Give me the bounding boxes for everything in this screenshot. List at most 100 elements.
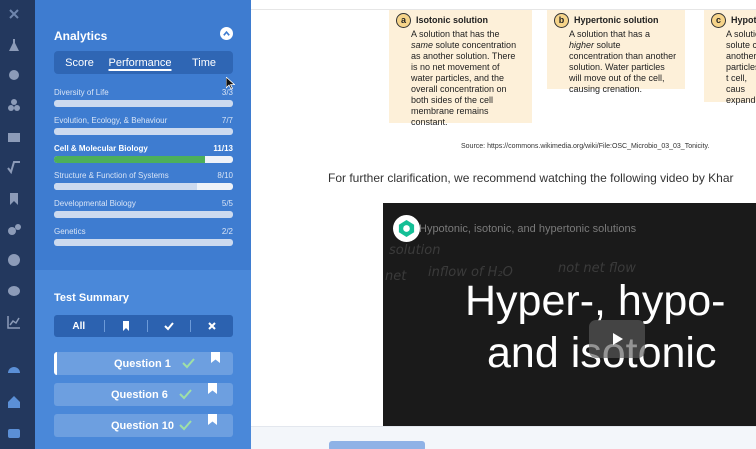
- box-text: A solution that has a: [569, 29, 651, 39]
- atom-icon[interactable]: [5, 66, 22, 83]
- collapse-button[interactable]: [220, 27, 233, 40]
- check-icon: [179, 389, 192, 400]
- category-item: Genetics 2/2: [54, 227, 233, 246]
- chevron-up-icon: [223, 30, 230, 36]
- category-progress-fill: [54, 211, 233, 218]
- dashboard-icon[interactable]: [5, 360, 22, 377]
- category-item: Diversity of Life 3/3: [54, 88, 233, 107]
- video-intro-text: For further clarification, we recommend …: [328, 171, 734, 185]
- category-progress-bar: [54, 183, 233, 190]
- category-score: 11/13: [213, 144, 233, 153]
- category-name: Developmental Biology: [54, 199, 136, 208]
- label-c: c: [711, 13, 726, 28]
- tab-score[interactable]: Score: [54, 57, 105, 69]
- chalk-art: not net flow: [558, 261, 636, 276]
- bookmark-icon[interactable]: [208, 414, 217, 425]
- category-item: Cell & Molecular Biology 11/13: [54, 144, 233, 163]
- box-text: A solutio: [726, 29, 756, 39]
- category-name: Evolution, Ecology, & Behaviour: [54, 116, 168, 125]
- mouse-cursor-icon: [226, 77, 235, 90]
- category-score: 8/10: [217, 171, 233, 180]
- bottom-bar: [251, 426, 756, 449]
- category-progress-fill: [54, 100, 233, 107]
- hypotonic-box: c Hypoton A solutio solute c another s pa…: [704, 10, 756, 105]
- tab-time[interactable]: Time: [175, 57, 233, 69]
- play-button[interactable]: [589, 320, 645, 358]
- label-a: a: [396, 13, 411, 28]
- bookmark-icon[interactable]: [211, 352, 220, 363]
- video-title[interactable]: Hypotonic, isotonic, and hypertonic solu…: [419, 223, 636, 235]
- category-item: Evolution, Ecology, & Behaviour 7/7: [54, 116, 233, 135]
- box-title: Hypertonic solution: [574, 15, 659, 25]
- chalk-art: solution: [389, 243, 441, 258]
- question-item[interactable]: Question 6: [54, 383, 233, 406]
- check-icon: [164, 322, 174, 331]
- close-icon: [208, 322, 216, 330]
- analytics-title: Analytics: [54, 29, 108, 43]
- image-source: Source: https://commons.wikimedia.org/wi…: [461, 143, 710, 150]
- category-score: 7/7: [221, 116, 233, 125]
- bookmark-icon: [122, 321, 129, 331]
- play-circle-icon[interactable]: [5, 251, 22, 268]
- category-score: 2/2: [221, 227, 233, 236]
- bottom-button[interactable]: [329, 441, 425, 449]
- analytics-tabs: Score Performance Time: [54, 51, 233, 74]
- play-icon: [613, 333, 623, 345]
- category-score: 5/5: [221, 199, 233, 208]
- filter-all[interactable]: All: [54, 320, 104, 332]
- category-progress-bar: [54, 239, 233, 246]
- filter-bookmarked[interactable]: [103, 320, 147, 332]
- bookmark-icon[interactable]: [208, 383, 217, 394]
- molecule-icon[interactable]: [5, 96, 22, 113]
- brain-icon[interactable]: [5, 282, 22, 299]
- box-text: solute c another s particles t cell, cau…: [726, 40, 756, 105]
- category-progress-bar: [54, 128, 233, 135]
- video-player[interactable]: solution inflow of H₂O net not net flow …: [383, 203, 756, 426]
- hypertonic-box: b Hypertonic solution A solution that has…: [547, 10, 685, 94]
- main-content: a Isotonic solution A solution that has t…: [251, 0, 756, 449]
- isotonic-box: a Isotonic solution A solution that has t…: [389, 10, 532, 127]
- chat-icon[interactable]: [5, 425, 22, 442]
- category-progress-bar: [54, 100, 233, 107]
- summary-filter: All: [54, 315, 233, 337]
- box-title: Isotonic solution: [416, 15, 488, 25]
- category-progress-fill: [54, 128, 233, 135]
- chalk-art: net: [385, 269, 407, 284]
- home-icon[interactable]: [5, 393, 22, 410]
- channel-logo-icon[interactable]: [393, 215, 420, 242]
- category-item: Structure & Function of Systems 8/10: [54, 171, 233, 190]
- video-headline-1: Hyper-, hypo-: [465, 277, 726, 325]
- question-item[interactable]: Question 1: [54, 352, 233, 375]
- question-label: Question 1: [114, 358, 171, 370]
- category-progress-fill: [54, 239, 233, 246]
- question-label: Question 6: [111, 389, 168, 401]
- category-name: Diversity of Life: [54, 88, 109, 97]
- sqrt-icon[interactable]: [5, 158, 22, 175]
- category-name: Genetics: [54, 227, 86, 236]
- close-icon[interactable]: [5, 5, 22, 22]
- chart-icon[interactable]: [5, 313, 22, 330]
- question-item[interactable]: Question 10: [54, 414, 233, 437]
- check-icon: [182, 358, 195, 369]
- category-name: Structure & Function of Systems: [54, 171, 169, 180]
- gears-icon[interactable]: [5, 221, 22, 238]
- check-icon: [179, 420, 192, 431]
- box-title: Hypoton: [731, 15, 756, 25]
- analytics-panel: Analytics Score Performance Time Diversi…: [35, 0, 251, 270]
- tab-performance[interactable]: Performance: [105, 57, 175, 69]
- label-b: b: [554, 13, 569, 28]
- category-progress-fill: [54, 156, 206, 163]
- filter-incorrect[interactable]: [189, 320, 233, 332]
- icon-rail: [0, 0, 35, 449]
- results-sidebar: Analytics Score Performance Time Diversi…: [35, 0, 251, 449]
- test-summary-title: Test Summary: [54, 292, 129, 304]
- box-text: solute concentration as another solution…: [411, 40, 517, 127]
- category-name: Cell & Molecular Biology: [54, 144, 148, 153]
- category-progress-bar: [54, 156, 233, 163]
- flask-icon[interactable]: [5, 36, 22, 53]
- box-emphasis: higher: [569, 40, 595, 50]
- filter-correct[interactable]: [146, 320, 190, 332]
- category-progress-bar: [54, 211, 233, 218]
- book-icon[interactable]: [5, 128, 22, 145]
- bookmark-icon[interactable]: [5, 190, 22, 207]
